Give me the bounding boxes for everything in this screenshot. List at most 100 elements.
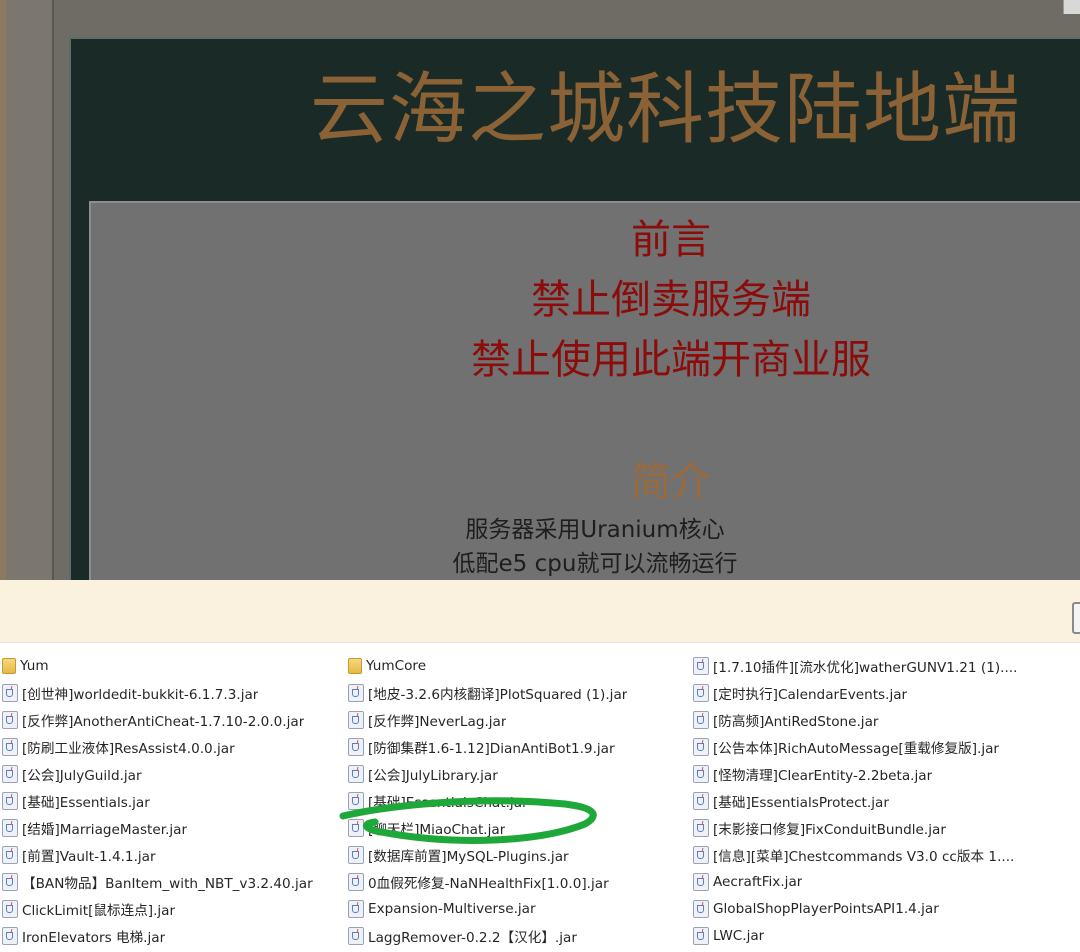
file-item[interactable]: [基础]Essentials.jar [2, 787, 337, 814]
file-item[interactable]: [反作弊]NeverLag.jar [348, 706, 683, 733]
file-name: YumCore [366, 657, 427, 674]
jar-icon [693, 764, 709, 783]
file-item[interactable]: [数据库前置]MySQL-Plugins.jar [348, 841, 683, 868]
jar-icon [693, 845, 709, 864]
jar-icon [2, 737, 18, 756]
file-item[interactable]: [基础]EssentialsProtect.jar [693, 787, 1080, 814]
jar-icon [348, 764, 364, 783]
preface-heading: 前言 [631, 217, 711, 263]
file-name: [聊天栏]MiaoChat.jar [368, 821, 506, 838]
file-name: LWC.jar [713, 927, 765, 944]
jar-icon [2, 791, 18, 810]
file-item[interactable]: [公会]JulyGuild.jar [2, 760, 337, 787]
jar-icon [348, 710, 364, 729]
scroll-handle[interactable] [1072, 602, 1080, 634]
file-item[interactable]: IronElevators 电梯.jar [2, 922, 337, 949]
intro-line-1: 服务器采用Uranium核心 [465, 517, 725, 543]
jar-icon [348, 926, 364, 945]
file-item[interactable]: [结婚]MarriageMaster.jar [2, 814, 337, 841]
file-item[interactable]: [公会]JulyLibrary.jar [348, 760, 683, 787]
file-item[interactable]: 0血假死修复-NaNHealthFix[1.0.0].jar [348, 868, 683, 895]
file-item[interactable]: [地皮-3.2.6内核翻译]PlotSquared (1).jar [348, 679, 683, 706]
file-name: [基础]EssentialsChat.jar [368, 794, 528, 811]
file-name: [1.7.10插件][流水优化]watherGUNV1.21 (1).... [713, 659, 1018, 676]
jar-icon [348, 899, 364, 918]
post-title: 云海之城科技陆地端 [310, 65, 1022, 155]
file-item[interactable]: GlobalShopPlayerPointsAPI1.4.jar [693, 895, 1080, 922]
folder-icon [2, 657, 16, 674]
file-name: [地皮-3.2.6内核翻译]PlotSquared (1).jar [368, 686, 628, 703]
file-name: 【BAN物品】BanItem_with_NBT_v3.2.40.jar [22, 875, 313, 892]
file-name: 0血假死修复-NaNHealthFix[1.0.0].jar [368, 875, 609, 892]
file-item[interactable]: Yum [2, 652, 337, 679]
jar-icon [693, 737, 709, 756]
jar-icon [348, 818, 364, 837]
file-item[interactable]: [防高频]AntiRedStone.jar [693, 706, 1080, 733]
jar-icon [2, 683, 18, 702]
file-item[interactable]: AecraftFix.jar [693, 868, 1080, 895]
file-name: [数据库前置]MySQL-Plugins.jar [368, 848, 569, 865]
file-item[interactable]: [基础]EssentialsChat.jar [348, 787, 683, 814]
jar-icon [693, 926, 709, 945]
file-item[interactable]: [信息][菜单]Chestcommands V3.0 cc版本 1.... [693, 841, 1080, 868]
file-name: Yum [20, 657, 49, 674]
file-name: [基础]EssentialsProtect.jar [713, 794, 889, 811]
file-name: [防御集群1.6-1.12]DianAntiBot1.9.jar [368, 740, 615, 757]
jar-icon [693, 683, 709, 702]
file-name: [防高频]AntiRedStone.jar [713, 713, 879, 730]
file-name: [创世神]worldedit-bukkit-6.1.7.3.jar [22, 686, 259, 703]
file-item[interactable]: [创世神]worldedit-bukkit-6.1.7.3.jar [2, 679, 337, 706]
file-item[interactable]: [反作弊]AnotherAntiCheat-1.7.10-2.0.0.jar [2, 706, 337, 733]
preface-line-2: 禁止使用此端开商业服 [471, 337, 871, 383]
jar-icon [2, 899, 18, 918]
file-item[interactable]: [末影接口修复]FixConduitBundle.jar [693, 814, 1080, 841]
file-item[interactable]: [前置]Vault-1.4.1.jar [2, 841, 337, 868]
file-name: [末影接口修复]FixConduitBundle.jar [713, 821, 946, 838]
file-item[interactable]: [防御集群1.6-1.12]DianAntiBot1.9.jar [348, 733, 683, 760]
file-name: [定时执行]CalendarEvents.jar [713, 686, 908, 703]
file-name: [防刷工业液体]ResAssist4.0.0.jar [22, 740, 235, 757]
file-item[interactable]: [定时执行]CalendarEvents.jar [693, 679, 1080, 706]
file-name: AecraftFix.jar [713, 873, 803, 890]
file-explorer: Yum [创世神]worldedit-bukkit-6.1.7.3.jar [反作弊… [0, 580, 1080, 952]
file-name: [反作弊]AnotherAntiCheat-1.7.10-2.0.0.jar [22, 713, 305, 730]
file-name: LaggRemover-0.2.2【汉化】.jar [368, 929, 577, 946]
scrollbar-cap[interactable] [1063, 0, 1080, 14]
jar-icon [693, 818, 709, 837]
file-item[interactable]: [1.7.10插件][流水优化]watherGUNV1.21 (1).... [693, 652, 1080, 679]
left-margin-panel [6, 0, 52, 580]
file-name: [前置]Vault-1.4.1.jar [22, 848, 156, 865]
file-item[interactable]: 【BAN物品】BanItem_with_NBT_v3.2.40.jar [2, 868, 337, 895]
jar-icon [348, 845, 364, 864]
file-name: Expansion-Multiverse.jar [368, 900, 536, 917]
jar-icon [693, 872, 709, 891]
file-item[interactable]: LWC.jar [693, 922, 1080, 949]
intro-heading: 简介 [631, 459, 711, 505]
file-item[interactable]: LaggRemover-0.2.2【汉化】.jar [348, 922, 683, 949]
file-name: [基础]Essentials.jar [22, 794, 150, 811]
jar-icon [2, 872, 18, 891]
jar-icon [348, 872, 364, 891]
file-item[interactable]: ClickLimit[鼠标连点].jar [2, 895, 337, 922]
file-item[interactable]: [怪物清理]ClearEntity-2.2beta.jar [693, 760, 1080, 787]
folder-icon [348, 657, 362, 674]
file-name: ClickLimit[鼠标连点].jar [22, 902, 176, 919]
jar-icon [2, 764, 18, 783]
file-name: [怪物清理]ClearEntity-2.2beta.jar [713, 767, 933, 784]
jar-icon [348, 791, 364, 810]
file-name: [公会]JulyLibrary.jar [368, 767, 498, 784]
jar-icon [2, 926, 18, 945]
file-name: IronElevators 电梯.jar [22, 929, 166, 946]
file-item[interactable]: Expansion-Multiverse.jar [348, 895, 683, 922]
file-item[interactable]: [公告本体]RichAutoMessage[重载修复版].jar [693, 733, 1080, 760]
jar-icon [693, 791, 709, 810]
file-item[interactable]: YumCore [348, 652, 683, 679]
intro-line-2: 低配e5 cpu就可以流畅运行 [452, 551, 738, 577]
file-name: [结婚]MarriageMaster.jar [22, 821, 188, 838]
explorer-header-bar [0, 580, 1080, 643]
post-image: 云海之城科技陆地端 前言 禁止倒卖服务端 禁止使用此端开商业服 简介 服务器采用… [0, 0, 1080, 580]
jar-icon [2, 845, 18, 864]
file-item[interactable]: [防刷工业液体]ResAssist4.0.0.jar [2, 733, 337, 760]
jar-icon [693, 656, 709, 675]
file-item[interactable]: [聊天栏]MiaoChat.jar [348, 814, 683, 841]
